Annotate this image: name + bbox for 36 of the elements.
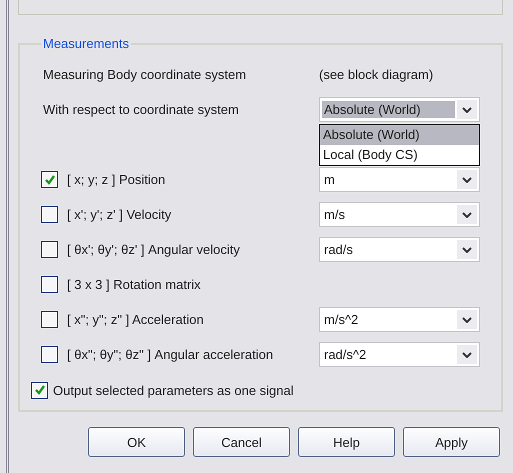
checkbox[interactable] [41, 311, 58, 328]
coordinate-system-label: With respect to coordinate system [43, 102, 239, 117]
unit-dropdown[interactable]: m/s [319, 202, 480, 227]
unit-dropdown[interactable]: m/s^2 [319, 307, 480, 332]
caret-icon [462, 176, 472, 182]
measurement-label: [ 3 x 3 ] Rotation matrix [67, 277, 201, 292]
dialog-button[interactable]: Apply [403, 427, 500, 457]
dialog-button[interactable]: Help [298, 427, 395, 457]
caret-icon [462, 352, 472, 358]
unit-dropdown[interactable]: rad/s^2 [319, 342, 480, 367]
dialog-button[interactable]: OK [88, 427, 185, 457]
dropdown-option[interactable]: Local (Body CS) [320, 145, 479, 165]
output-signal-label: Output selected parameters as one signal [53, 382, 294, 398]
caret-icon [462, 212, 472, 218]
measurement-label: [ x"; y"; z" ] Acceleration [67, 312, 204, 327]
measurement-label: [ x'; y'; z' ] Velocity [67, 207, 172, 222]
unit-dropdown[interactable]: rad/s [319, 237, 480, 262]
caret-icon [462, 106, 472, 112]
unit-dropdown[interactable]: m [319, 167, 480, 192]
caret-icon [462, 246, 472, 252]
info-value: (see block diagram) [319, 67, 434, 82]
dropdown-option[interactable]: Absolute (World) [320, 125, 479, 145]
checkbox[interactable] [41, 241, 58, 258]
checkbox[interactable] [41, 206, 58, 223]
info-label: Measuring Body coordinate system [43, 67, 246, 82]
coordinate-system-dropdown[interactable]: Absolute (World) [319, 97, 480, 122]
measurement-label: [ θx"; θy"; θz" ] Angular acceleration [67, 347, 274, 362]
checkbox[interactable] [41, 276, 58, 293]
measurement-label: [ θx'; θy'; θz' ] Angular velocity [67, 242, 240, 257]
group-title: Measurements [42, 36, 130, 51]
checkbox[interactable] [31, 382, 48, 398]
caret-icon [462, 316, 472, 322]
checkbox[interactable] [41, 346, 58, 363]
checkbox[interactable] [41, 171, 58, 188]
measurement-label: [ x; y; z ] Position [67, 172, 166, 187]
dialog-button[interactable]: Cancel [193, 427, 290, 457]
